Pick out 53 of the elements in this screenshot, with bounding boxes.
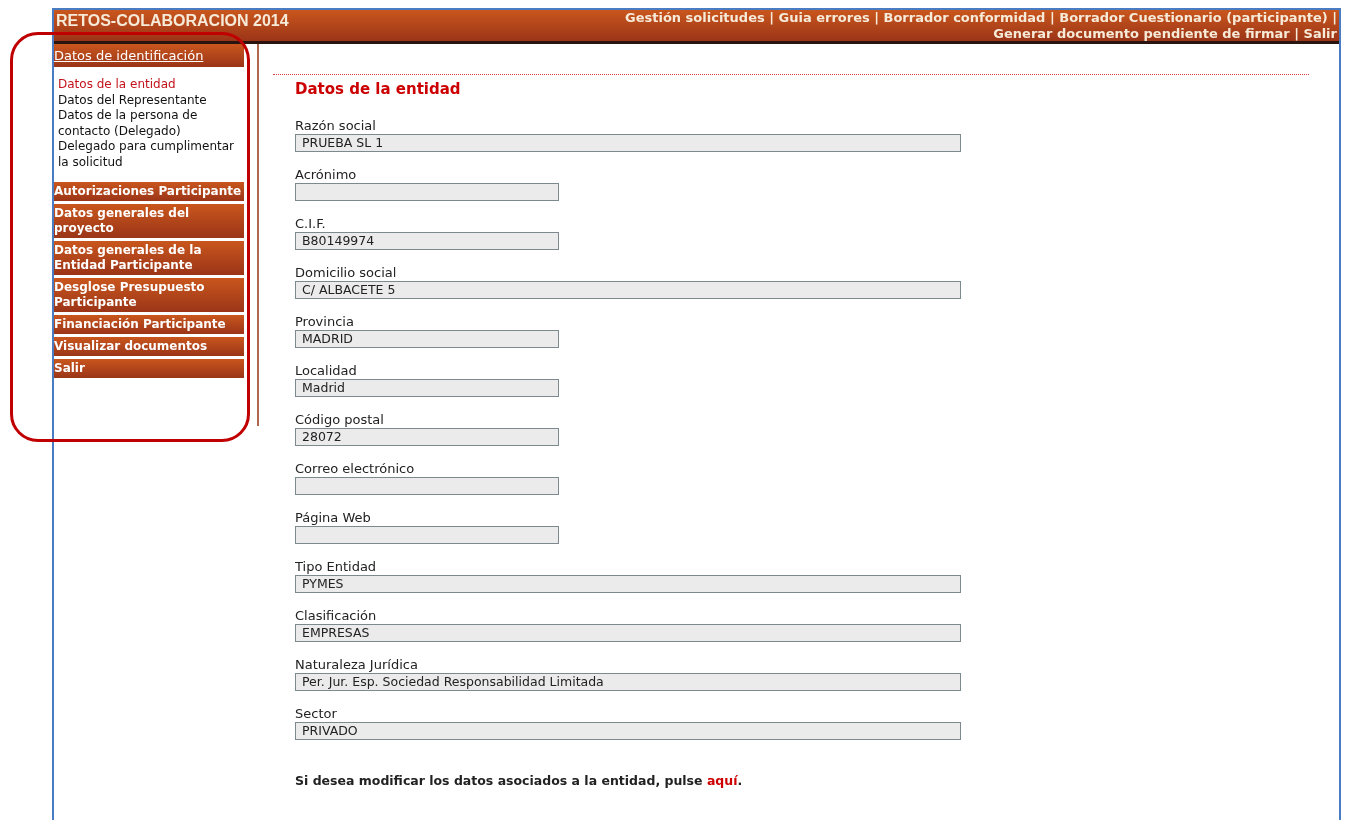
sidebar-section[interactable]: Salir [54, 359, 244, 378]
input-field[interactable] [295, 525, 559, 544]
input-field[interactable] [295, 476, 559, 495]
input-field[interactable]: PYMES [295, 574, 961, 593]
app-title: RETOS-COLABORACION 2014 [55, 12, 289, 30]
field-label: Página Web [295, 509, 372, 526]
field-label: Domicilio social [295, 264, 398, 281]
input-field[interactable]: PRUEBA SL 1 [295, 133, 961, 152]
header-link[interactable]: Borrador conformidad [883, 10, 1046, 25]
link-separator: | [1049, 10, 1056, 25]
sidebar-item[interactable]: Datos de la entidad [54, 77, 244, 93]
link-separator: | [769, 10, 775, 25]
link-separator: | [1332, 10, 1337, 25]
sidebar-section[interactable]: Datos generales del proyecto [54, 204, 244, 238]
input-field[interactable] [295, 182, 559, 201]
header-link[interactable]: Guia errores [778, 10, 870, 25]
field-label: Acrónimo [295, 166, 358, 183]
header-link[interactable]: Borrador Cuestionario (participante) [1059, 10, 1328, 25]
sidebar-section[interactable]: Desglose Presupuesto Participante [54, 278, 244, 312]
sidebar-item[interactable]: Datos del Representante [54, 92, 244, 108]
form-title: Datos de la entidad [295, 79, 462, 100]
sidebar-section[interactable]: Financiación Participante [54, 315, 244, 334]
sidebar-section[interactable]: Datos de identificación [54, 44, 244, 67]
input-field[interactable]: EMPRESAS [295, 623, 961, 642]
header-link[interactable]: Salir [1303, 26, 1337, 41]
sidebar-section[interactable]: Datos generales de la Entidad Participante [54, 241, 244, 275]
field-label: Código postal [295, 411, 385, 428]
input-field[interactable]: 28072 [295, 427, 559, 446]
field-label: Razón social [295, 117, 377, 134]
field-label: Localidad [295, 362, 358, 379]
input-field[interactable]: MADRID [295, 329, 559, 348]
field-label: Provincia [295, 313, 355, 330]
field-label: Naturaleza Jurídica [295, 656, 419, 673]
field-label: C.I.F. [295, 215, 327, 232]
field-label: Tipo Entidad [295, 558, 378, 575]
field-label: Sector [295, 705, 338, 722]
link-separator: | [1294, 26, 1300, 41]
input-field[interactable]: B80149974 [295, 231, 559, 250]
sidebar-section[interactable]: Visualizar documentos [54, 337, 244, 356]
field-label: Clasificación [295, 607, 378, 624]
input-field[interactable]: Madrid [295, 378, 559, 397]
header-link[interactable]: Generar documento pendiente de firmar [993, 26, 1290, 41]
link-separator: | [874, 10, 880, 25]
sidebar-item[interactable]: Delegado para cumplimentar la solicitud [54, 139, 244, 170]
header-link[interactable]: Gestión solicitudes [625, 10, 765, 25]
here-link[interactable]: aquí [706, 772, 738, 788]
input-field[interactable]: PRIVADO [295, 721, 961, 740]
sidebar-item[interactable]: Datos de la persona de contacto (Delegado) [54, 108, 244, 139]
info-text: Si desea modificar los datos asociados a la entidad, pulse aquí. [295, 771, 744, 790]
field-label: Correo electrónico [295, 460, 416, 477]
sidebar-section[interactable]: Autorizaciones Participante [54, 182, 244, 201]
input-field[interactable]: C/ ALBACETE 5 [295, 280, 961, 299]
input-field[interactable]: Per. Jur. Esp. Sociedad Responsabilidad Limitada [295, 672, 961, 691]
